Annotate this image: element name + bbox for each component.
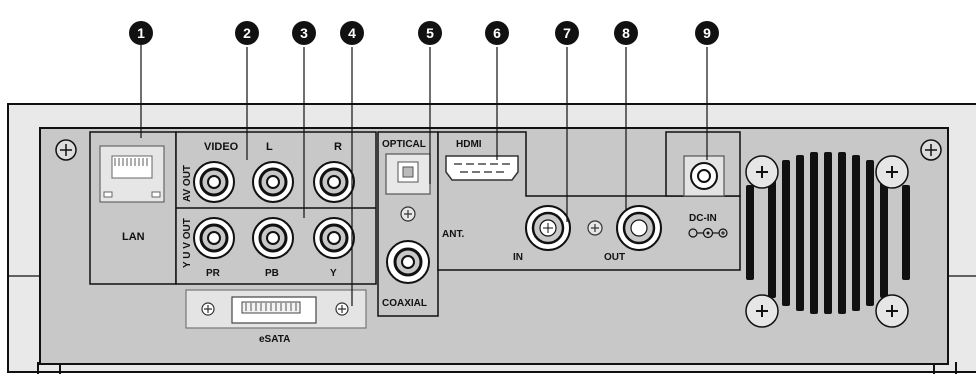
av-out-label: AV OUT [182, 165, 193, 202]
callout-9: 9 [695, 21, 719, 45]
screw-icon [587, 220, 603, 236]
rca-audio-r-jack-icon [313, 161, 355, 203]
antenna-out-jack-icon [616, 205, 662, 251]
ethernet-port-icon [99, 145, 165, 203]
callout-2: 2 [235, 21, 259, 45]
rca-y-jack-icon [313, 217, 355, 259]
esata-port-icon [231, 296, 317, 324]
screw-icon [920, 139, 942, 161]
pb-label: PB [265, 268, 279, 279]
rca-video-jack-icon [193, 161, 235, 203]
callout-5: 5 [418, 21, 442, 45]
svg-text:2: 2 [243, 25, 251, 41]
ant-in-label: IN [513, 252, 523, 263]
rca-pb-jack-icon [252, 217, 294, 259]
fan-screw-icon [745, 294, 779, 328]
esata-label: eSATA [259, 334, 290, 345]
callout-7: 7 [555, 21, 579, 45]
dc-in-label: DC-IN [689, 213, 717, 224]
pr-label: PR [206, 268, 221, 279]
ant-label: ANT. [442, 229, 464, 240]
svg-text:9: 9 [703, 25, 711, 41]
callout-6: 6 [485, 21, 509, 45]
rear-panel-diagram: LAN AV OUT Y U V OUT VIDEO L R PR PB Y e… [0, 0, 976, 374]
screw-icon [335, 302, 349, 316]
optical-label: OPTICAL [382, 139, 426, 150]
hdmi-label: HDMI [456, 139, 482, 150]
hdmi-port-icon [445, 155, 519, 181]
svg-text:7: 7 [563, 25, 571, 41]
svg-text:5: 5 [426, 25, 434, 41]
video-label: VIDEO [204, 141, 239, 153]
audio-r-label: R [334, 141, 342, 153]
screw-icon [55, 139, 77, 161]
antenna-in-jack-icon [525, 205, 571, 251]
ant-out-label: OUT [604, 252, 625, 263]
coaxial-jack-icon [386, 240, 430, 284]
coaxial-label: COAXIAL [382, 298, 427, 309]
callout-8: 8 [614, 21, 638, 45]
svg-text:3: 3 [300, 25, 308, 41]
callout-3: 3 [292, 21, 316, 45]
rca-audio-l-jack-icon [252, 161, 294, 203]
audio-l-label: L [266, 141, 273, 153]
callout-1: 1 [129, 21, 153, 45]
screw-icon [400, 206, 416, 222]
fan-screw-icon [875, 294, 909, 328]
dc-power-jack-icon [683, 155, 725, 197]
svg-text:6: 6 [493, 25, 501, 41]
rca-pr-jack-icon [193, 217, 235, 259]
svg-text:4: 4 [348, 25, 356, 41]
y-label: Y [330, 268, 337, 279]
fan-screw-icon [875, 155, 909, 189]
svg-text:8: 8 [622, 25, 630, 41]
screw-icon [201, 302, 215, 316]
fan-screw-icon [745, 155, 779, 189]
lan-label: LAN [122, 231, 145, 243]
optical-port-icon [385, 153, 431, 195]
svg-text:1: 1 [137, 25, 145, 41]
yuv-out-label: Y U V OUT [182, 218, 193, 268]
callout-4: 4 [340, 21, 364, 45]
